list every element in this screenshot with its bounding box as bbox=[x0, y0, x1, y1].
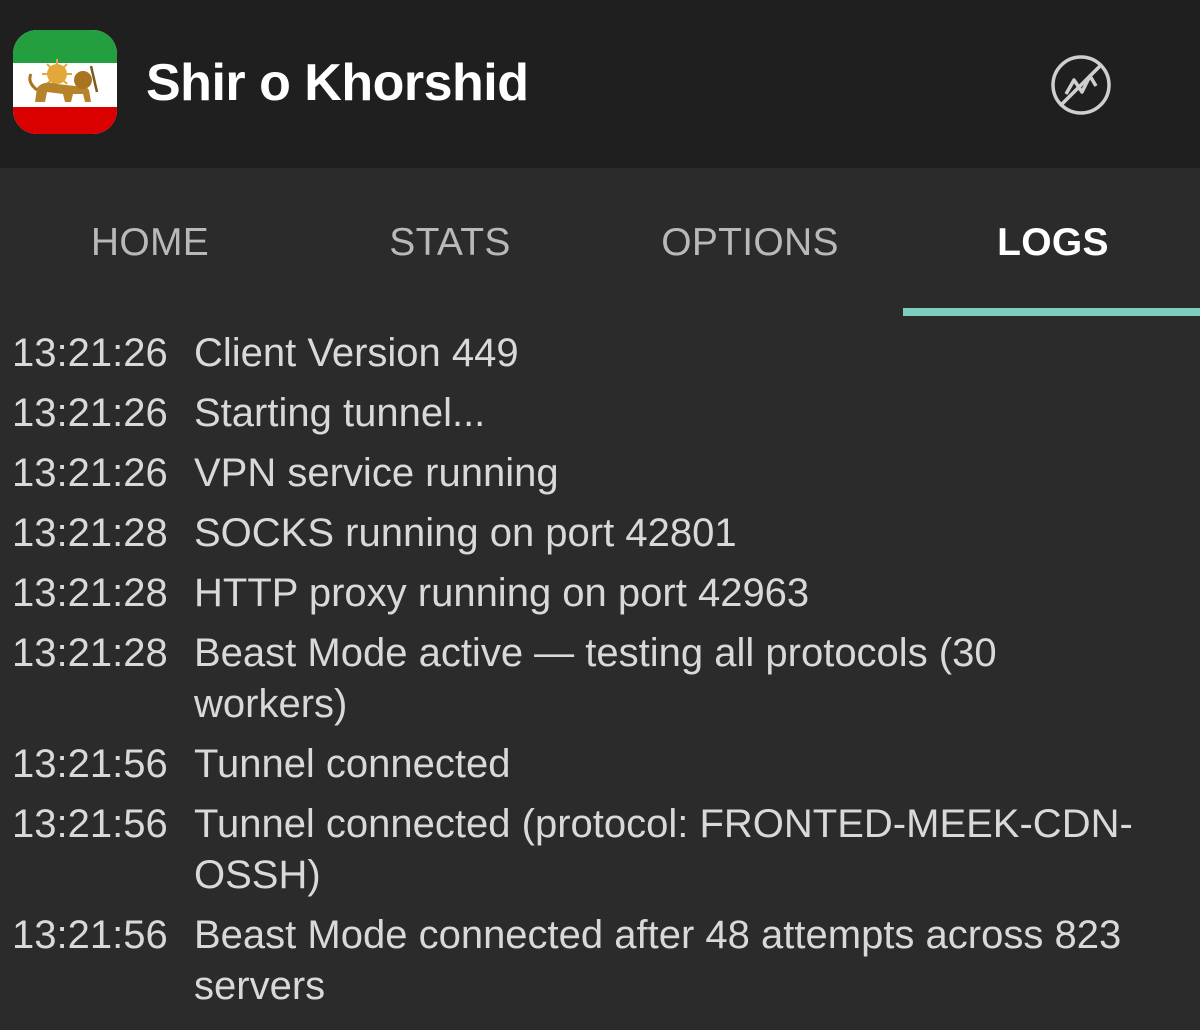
log-message: VPN service running bbox=[194, 451, 559, 495]
log-timestamp: 13:21:26 bbox=[12, 451, 168, 495]
log-entry: 13:21:26 Starting tunnel... bbox=[0, 388, 1200, 439]
log-entry: 13:21:56 Tunnel connected (protocol: FRO… bbox=[0, 799, 1200, 901]
app-bar: Shir o Khorshid bbox=[0, 0, 1200, 168]
tab-home[interactable]: HOME bbox=[0, 168, 300, 318]
speed-off-icon[interactable] bbox=[1048, 52, 1114, 118]
active-tab-indicator bbox=[903, 308, 1200, 316]
log-entry: 13:21:26 Client Version 449 bbox=[0, 328, 1200, 379]
log-message: Beast Mode active — testing all protocol… bbox=[194, 631, 997, 726]
tab-logs[interactable]: LOGS bbox=[903, 168, 1200, 318]
log-message: HTTP proxy running on port 42963 bbox=[194, 571, 810, 615]
log-timestamp: 13:21:28 bbox=[12, 511, 168, 555]
log-timestamp: 13:21:56 bbox=[12, 802, 168, 846]
log-message: Tunnel connected bbox=[194, 742, 511, 786]
log-timestamp: 13:21:28 bbox=[12, 631, 168, 675]
log-message: Tunnel connected (protocol: FRONTED-MEEK… bbox=[194, 802, 1133, 897]
log-entry: 13:21:28 Beast Mode active — testing all… bbox=[0, 628, 1200, 730]
tab-stats[interactable]: STATS bbox=[300, 168, 600, 318]
log-message: SOCKS running on port 42801 bbox=[194, 511, 737, 555]
log-message: Client Version 449 bbox=[194, 331, 519, 375]
log-message: Beast Mode connected after 48 attempts a… bbox=[194, 913, 1122, 1008]
log-timestamp: 13:21:26 bbox=[12, 331, 168, 375]
log-message: Starting tunnel... bbox=[194, 391, 486, 435]
log-timestamp: 13:21:26 bbox=[12, 391, 168, 435]
log-entry: 13:21:56 Tunnel connected bbox=[0, 739, 1200, 790]
log-timestamp: 13:21:28 bbox=[12, 571, 168, 615]
log-timestamp: 13:21:56 bbox=[12, 913, 168, 957]
log-timestamp: 13:21:56 bbox=[12, 742, 168, 786]
log-entry: 13:21:28 HTTP proxy running on port 4296… bbox=[0, 568, 1200, 619]
tab-options[interactable]: OPTIONS bbox=[600, 168, 900, 318]
log-entry: 13:21:28 SOCKS running on port 42801 bbox=[0, 508, 1200, 559]
log-entry: 13:21:26 VPN service running bbox=[0, 448, 1200, 499]
app-title: Shir o Khorshid bbox=[146, 54, 529, 112]
app-window: Shir o Khorshid HOME STATS OPTIONS LOGS … bbox=[0, 0, 1200, 1030]
log-list[interactable]: 13:21:26 Client Version 449 13:21:26 Sta… bbox=[0, 328, 1200, 1030]
lion-and-sun-flag-icon bbox=[13, 30, 117, 134]
log-entry: 13:21:56 Beast Mode connected after 48 a… bbox=[0, 910, 1200, 1012]
tab-bar: HOME STATS OPTIONS LOGS bbox=[0, 168, 1200, 318]
